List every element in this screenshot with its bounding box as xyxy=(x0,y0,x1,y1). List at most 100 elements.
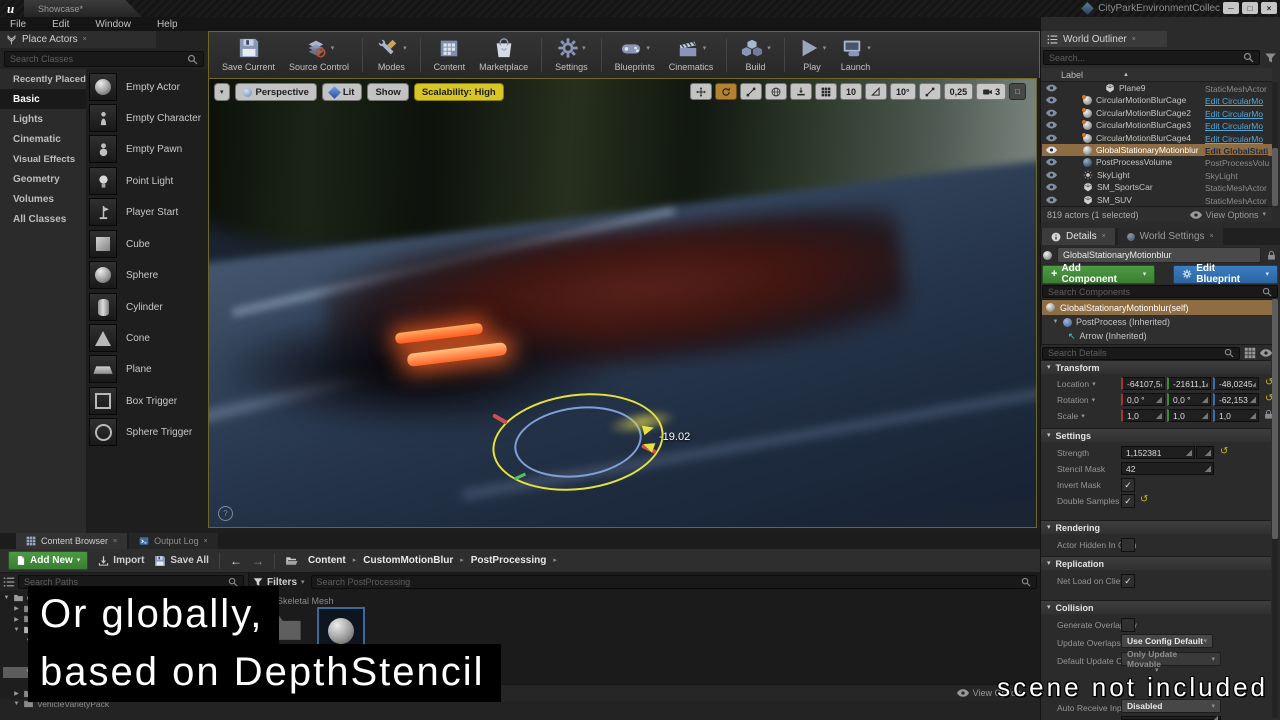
strength-field[interactable]: 1,152381 xyxy=(1121,446,1195,459)
edit-blueprint-link[interactable]: Edit CircularMo xyxy=(1205,121,1271,131)
outliner-column-label[interactable]: Label xyxy=(1041,70,1083,80)
section-transform[interactable]: ▾Transform xyxy=(1041,360,1271,374)
actor-item-empty-character[interactable]: Empty Character xyxy=(89,104,201,132)
grid-snap-value[interactable]: 10 xyxy=(840,83,862,100)
component-row-postprocess[interactable]: ▼ PostProcess (Inherited) xyxy=(1042,315,1275,329)
source-control-button[interactable]: ▾Source Control xyxy=(282,34,356,76)
close-button[interactable]: × xyxy=(1261,2,1277,14)
build-button[interactable]: ▾Build xyxy=(733,34,778,76)
reset-icon[interactable]: ↺ xyxy=(1140,495,1148,505)
outliner-view-options-button[interactable]: View Options ▾ xyxy=(1190,210,1266,220)
category-recently-placed[interactable]: Recently Placed xyxy=(0,69,86,89)
visibility-eye-icon[interactable] xyxy=(1046,158,1057,166)
category-basic[interactable]: Basic xyxy=(0,89,86,109)
details-scrollbar[interactable] xyxy=(1272,299,1278,718)
category-geometry[interactable]: Geometry xyxy=(0,169,86,189)
output-log-tab[interactable]: Output Log × xyxy=(129,533,218,549)
camera-speed-button[interactable]: 3 xyxy=(976,83,1006,100)
visibility-eye-icon[interactable] xyxy=(1046,146,1057,154)
category-lights[interactable]: Lights xyxy=(0,109,86,129)
world-outliner-tab[interactable]: World Outliner × xyxy=(1041,31,1167,47)
close-icon[interactable]: × xyxy=(204,538,208,545)
menu-window[interactable]: Window xyxy=(95,19,131,30)
close-icon[interactable]: × xyxy=(1132,36,1136,43)
search-classes-input[interactable]: Search Classes xyxy=(4,51,204,67)
close-icon[interactable]: × xyxy=(1210,233,1214,240)
menu-help[interactable]: Help xyxy=(157,19,178,30)
scale-x-field[interactable]: 1,0 xyxy=(1121,409,1165,422)
scale-tool-button[interactable] xyxy=(740,83,762,100)
visibility-eye-icon[interactable] xyxy=(1046,196,1057,204)
category-cinematic[interactable]: Cinematic xyxy=(0,129,86,149)
actor-item-cube[interactable]: Cube xyxy=(89,230,150,258)
rotation-y-field[interactable]: 0,0 ° xyxy=(1167,393,1211,406)
update-overlaps-dropdown[interactable]: Use Config Default▾ xyxy=(1121,634,1213,648)
content-button[interactable]: Content xyxy=(427,34,473,76)
double-samples-checkbox[interactable]: ✓ xyxy=(1121,494,1135,508)
minimize-button[interactable]: ─ xyxy=(1223,2,1239,14)
close-icon[interactable]: × xyxy=(113,538,117,545)
save-current-button[interactable]: Save Current xyxy=(215,34,282,76)
close-icon[interactable]: × xyxy=(1102,233,1106,240)
play-button[interactable]: ▾Play xyxy=(791,34,834,76)
expand-icon[interactable]: ▼ xyxy=(1052,319,1059,325)
actor-item-sphere-trigger[interactable]: Sphere Trigger xyxy=(89,418,192,446)
scale-y-field[interactable]: 1,0 xyxy=(1167,409,1211,422)
search-assets-input[interactable]: Search PostProcessing xyxy=(311,575,1037,589)
outliner-search-input[interactable]: Search... xyxy=(1043,50,1260,65)
actor-item-sphere[interactable]: Sphere xyxy=(89,261,158,289)
expand-icon[interactable]: ▶ xyxy=(13,616,20,623)
maximize-viewport-button[interactable]: □ xyxy=(1009,83,1026,100)
location-x-field[interactable]: -64107,5 xyxy=(1121,377,1165,390)
expand-icon[interactable]: ▼ xyxy=(13,627,20,633)
back-button[interactable]: ← xyxy=(230,554,242,568)
reset-icon[interactable]: ↺ xyxy=(1220,447,1228,457)
category-volumes[interactable]: Volumes xyxy=(0,189,86,209)
add-new-button[interactable]: Add New ▾ xyxy=(8,551,88,570)
editor-level-tab[interactable]: Showcase* xyxy=(24,0,142,17)
outliner-filter-icon[interactable] xyxy=(1264,52,1277,64)
add-component-button[interactable]: + Add Component ▾ xyxy=(1042,265,1155,284)
breadcrumb-content[interactable]: Content xyxy=(308,555,346,566)
expand-icon[interactable]: ▼ xyxy=(3,595,10,601)
save-all-button[interactable]: Save All xyxy=(154,555,209,567)
lock-icon[interactable] xyxy=(1266,250,1277,261)
edit-blueprint-link[interactable]: Edit GlobalStati xyxy=(1205,146,1271,156)
import-button[interactable]: Import xyxy=(98,555,144,567)
generate-overlap-checkbox[interactable] xyxy=(1121,618,1135,632)
menu-file[interactable]: File xyxy=(10,19,26,30)
visibility-eye-icon[interactable] xyxy=(1046,171,1057,179)
property-scale[interactable]: Scale▾ xyxy=(1057,411,1085,421)
close-icon[interactable]: × xyxy=(83,36,87,43)
visibility-eye-icon[interactable] xyxy=(1046,183,1057,191)
component-row-arrow[interactable]: ↖ Arrow (Inherited) xyxy=(1042,329,1275,343)
edit-blueprint-link[interactable]: Edit CircularMo xyxy=(1205,109,1271,119)
surface-snap-button[interactable] xyxy=(790,83,812,100)
scalability-button[interactable]: Scalability: High xyxy=(414,83,504,101)
perspective-button[interactable]: Perspective xyxy=(235,83,317,101)
property-matrix-icon[interactable] xyxy=(1244,347,1256,359)
visibility-eye-icon[interactable] xyxy=(1046,84,1057,92)
actor-item-cylinder[interactable]: Cylinder xyxy=(89,293,163,321)
scale-z-field[interactable]: 1,0 xyxy=(1213,409,1259,422)
search-components-input[interactable]: Search Components xyxy=(1042,285,1278,298)
sources-toggle-icon[interactable] xyxy=(3,576,15,588)
actor-item-player-start[interactable]: Player Start xyxy=(89,198,178,226)
search-details-input[interactable]: Search Details xyxy=(1042,347,1240,360)
expand-icon[interactable]: ▶ xyxy=(13,690,20,697)
actor-item-empty-pawn[interactable]: Empty Pawn xyxy=(89,135,182,163)
world-local-toggle[interactable] xyxy=(765,83,787,100)
cinematics-button[interactable]: ▾Cinematics xyxy=(662,34,721,76)
section-rendering[interactable]: ▾Rendering xyxy=(1041,520,1271,534)
invert-mask-checkbox[interactable]: ✓ xyxy=(1121,478,1135,492)
edit-blueprint-button[interactable]: Edit Blueprint ▾ xyxy=(1173,265,1278,284)
content-browser-tab[interactable]: Content Browser × xyxy=(16,533,127,549)
actor-name-input[interactable]: GlobalStationaryMotionblur xyxy=(1057,247,1261,263)
visibility-eye-icon[interactable] xyxy=(1046,134,1057,142)
rotation-x-field[interactable]: 0,0 ° xyxy=(1121,393,1165,406)
marketplace-button[interactable]: Marketplace xyxy=(472,34,535,76)
actor-item-cone[interactable]: Cone xyxy=(89,324,150,352)
maximize-button[interactable]: □ xyxy=(1242,2,1258,14)
expand-icon[interactable]: ▼ xyxy=(13,701,20,707)
actor-item-box-trigger[interactable]: Box Trigger xyxy=(89,387,177,415)
